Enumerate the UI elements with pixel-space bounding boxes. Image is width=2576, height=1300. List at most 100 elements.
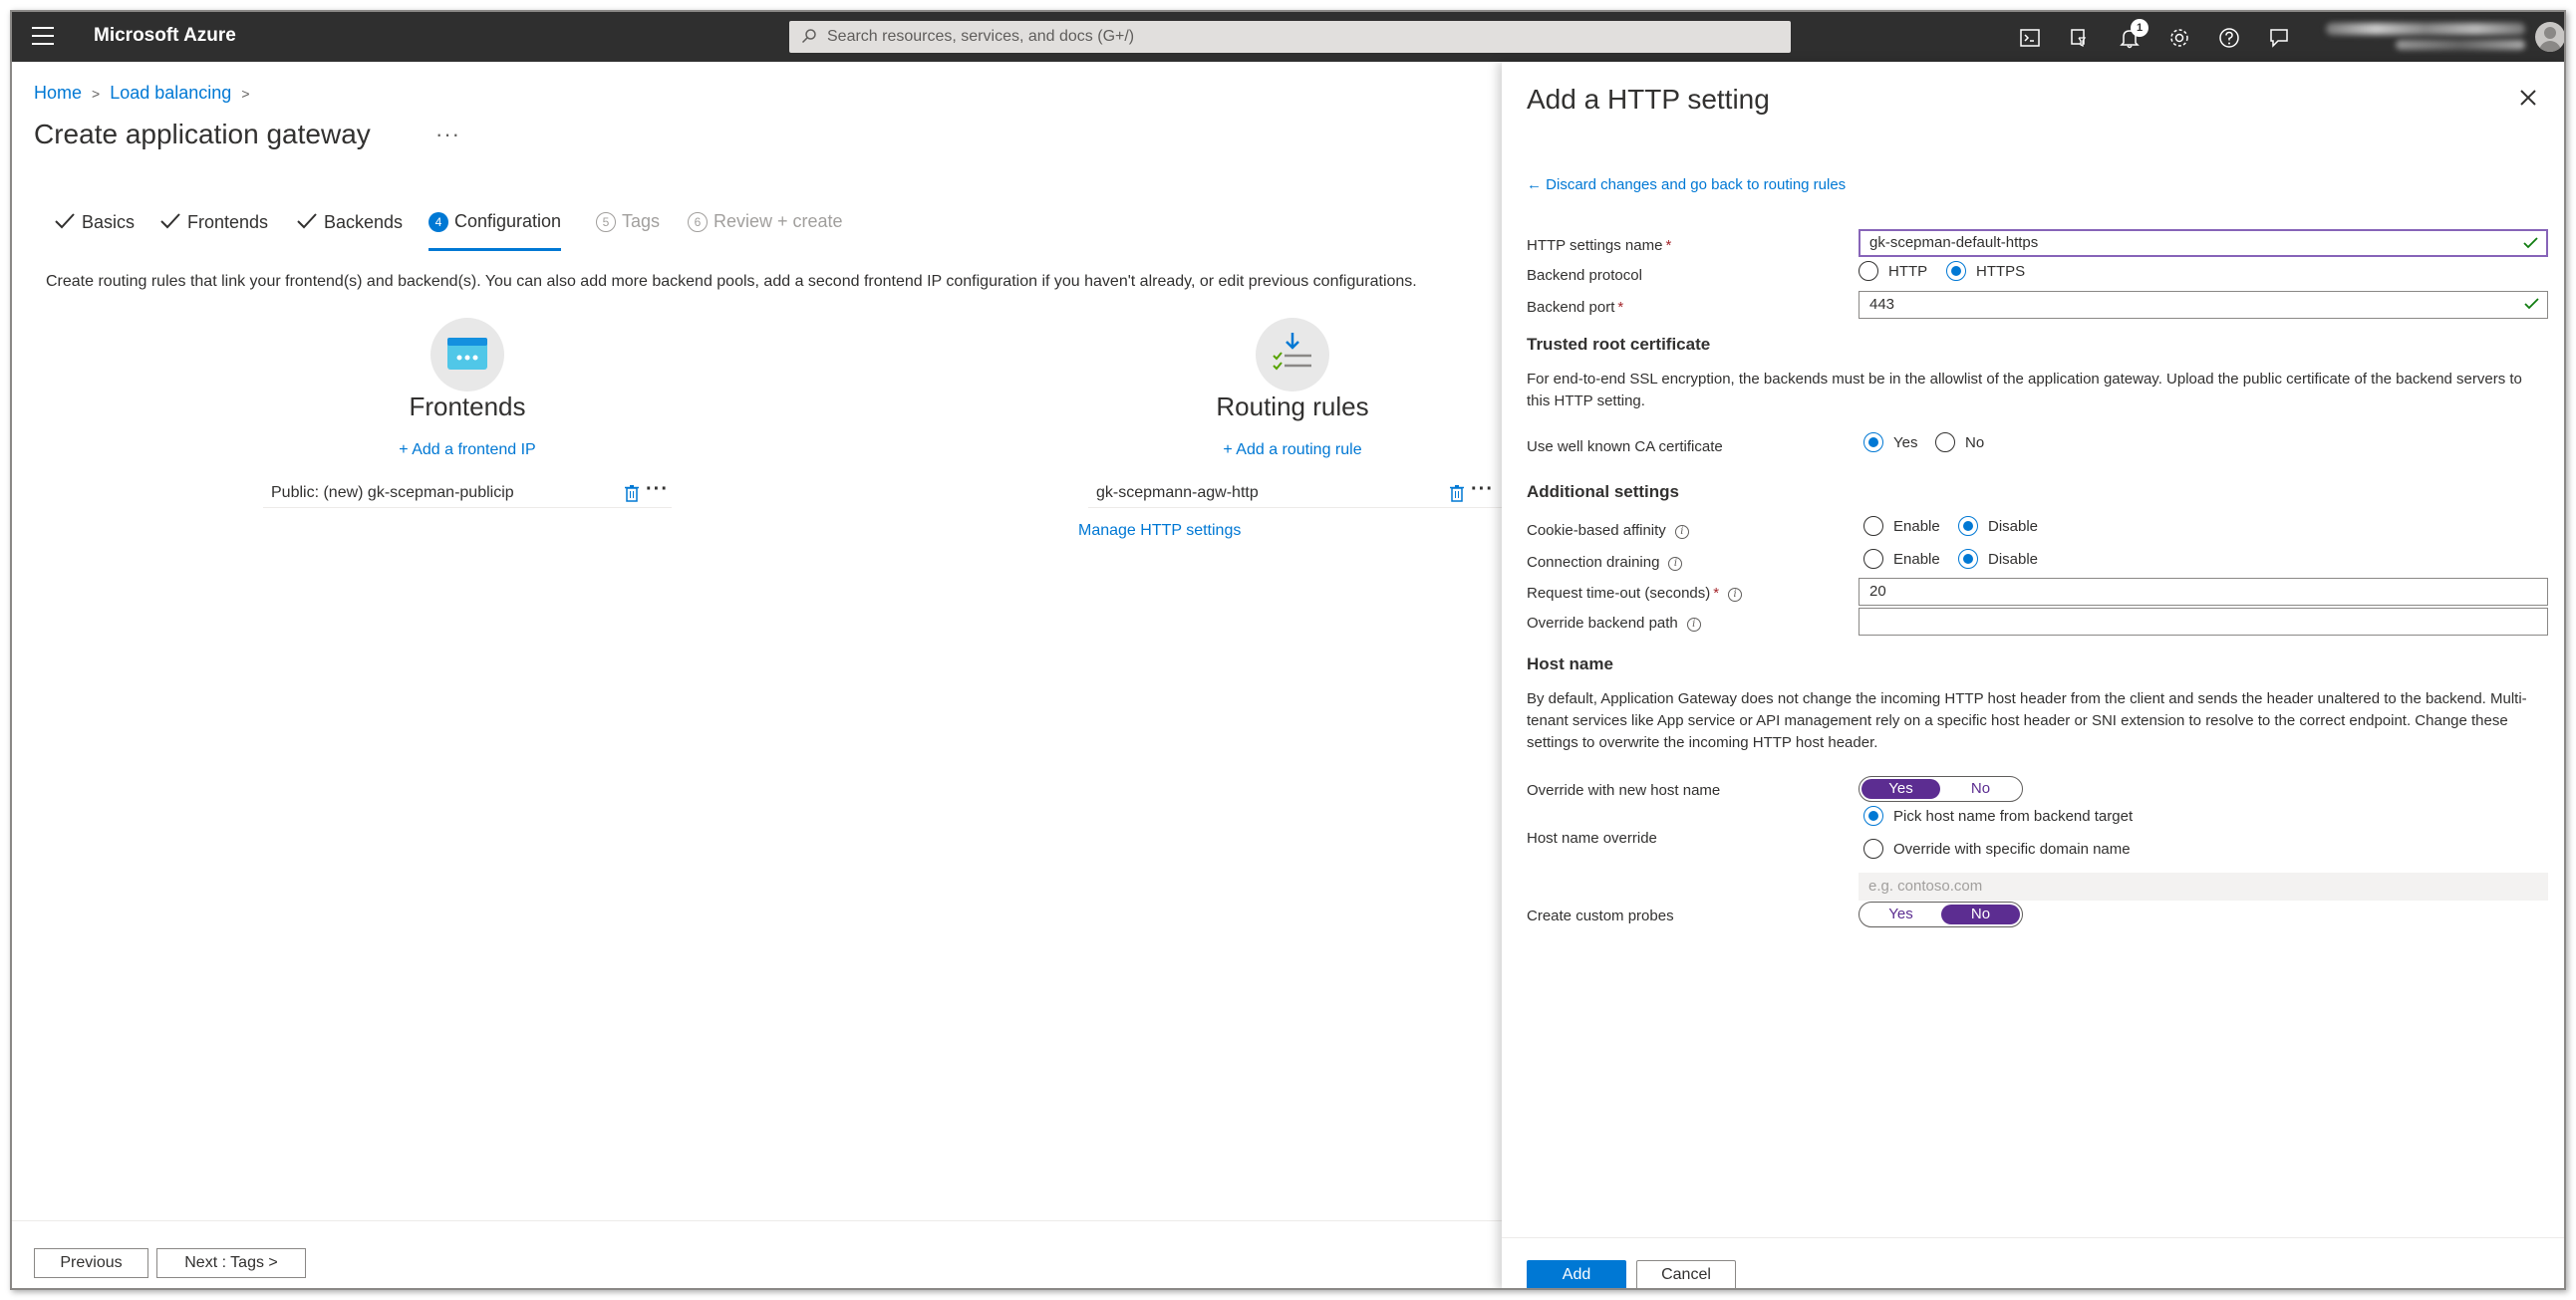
close-icon[interactable] — [2518, 88, 2538, 108]
override-host-name-toggle[interactable]: Yes No — [1859, 776, 2023, 802]
add-button[interactable]: Add — [1527, 1260, 1626, 1288]
frontend-list-item[interactable]: Public: (new) gk-scepman-publicip ··· — [263, 478, 672, 508]
create-gateway-blade: Home > Load balancing > Create application … — [12, 62, 1502, 1288]
wizard-footer: Previous Next : Tags > — [12, 1220, 1502, 1288]
ca-no-radio[interactable]: No — [1935, 432, 1984, 454]
info-icon: i — [1686, 618, 1701, 632]
tab-frontends[interactable]: Frontends — [159, 211, 268, 251]
previous-button[interactable]: Previous — [34, 1248, 148, 1278]
host-name-heading: Host name — [1527, 654, 1613, 673]
info-icon: i — [1674, 525, 1689, 539]
breadcrumb-home[interactable]: Home — [34, 83, 82, 103]
breadcrumb: Home > Load balancing > — [34, 83, 260, 104]
hamburger-menu-icon[interactable] — [32, 27, 54, 47]
cloud-shell-icon[interactable] — [2017, 25, 2043, 51]
custom-probes-toggle[interactable]: Yes No — [1859, 902, 2023, 927]
http-settings-name-value: gk-scepman-default-https — [1869, 234, 2039, 251]
backend-port-input[interactable]: 443 — [1859, 291, 2548, 319]
toggle-no[interactable]: No — [1941, 905, 2020, 924]
backend-port-value: 443 — [1869, 296, 1895, 313]
valid-check-icon — [2523, 237, 2538, 249]
add-routing-rule-link[interactable]: + Add a routing rule — [1143, 441, 1442, 459]
page-title: Create application gateway — [34, 119, 371, 149]
backend-port-label: Backend port * — [1527, 299, 1624, 316]
gear-icon[interactable] — [2166, 25, 2192, 51]
cookie-disable-radio[interactable]: Disable — [1958, 516, 2038, 538]
http-settings-name-input[interactable]: gk-scepman-default-https — [1859, 229, 2548, 257]
trusted-root-description: For end-to-end SSL encryption, the backe… — [1527, 371, 2522, 409]
toggle-yes[interactable]: Yes — [1861, 905, 1940, 924]
toggle-no[interactable]: No — [1941, 779, 2020, 799]
host-name-override-label: Host name override — [1527, 830, 1657, 847]
more-actions-icon[interactable]: ··· — [1471, 479, 1494, 499]
pick-host-name-radio[interactable]: Pick host name from backend target — [1863, 806, 2133, 828]
routing-rule-label: gk-scepmann-agw-http — [1096, 484, 1259, 501]
checkmark-icon — [55, 213, 75, 229]
breadcrumb-chevron-icon: > — [92, 86, 101, 102]
discard-changes-link[interactable]: ← Discard changes and go back to routing… — [1527, 176, 1846, 193]
tab-backends[interactable]: Backends — [296, 211, 403, 251]
next-tags-button[interactable]: Next : Tags > — [156, 1248, 306, 1278]
tab-configuration[interactable]: 4 Configuration — [429, 211, 562, 251]
request-timeout-value: 20 — [1869, 583, 1886, 600]
protocol-https-radio[interactable]: HTTPS — [1946, 261, 2025, 283]
more-options-icon[interactable]: ··· — [435, 122, 460, 147]
trash-icon[interactable] — [624, 484, 640, 502]
protocol-http-radio[interactable]: HTTP — [1859, 261, 1927, 283]
feedback-icon[interactable] — [2266, 25, 2292, 51]
draining-enable-radio[interactable]: Enable — [1863, 549, 1940, 571]
checkmark-icon — [160, 213, 180, 229]
info-icon: i — [1728, 588, 1743, 602]
cancel-button[interactable]: Cancel — [1636, 1260, 1736, 1288]
tab-label: Review + create — [714, 211, 843, 231]
portal-window: Microsoft Azure Search resources, servic… — [10, 10, 2566, 1290]
domain-name-input[interactable]: e.g. contoso.com — [1859, 873, 2548, 901]
draining-disable-radio[interactable]: Disable — [1958, 549, 2038, 571]
frontend-item-label: Public: (new) gk-scepman-publicip — [271, 484, 514, 501]
override-backend-path-label: Override backend path i — [1527, 615, 1701, 632]
checkmark-icon — [297, 213, 317, 229]
breadcrumb-load-balancing[interactable]: Load balancing — [110, 83, 231, 103]
valid-check-icon — [2524, 298, 2539, 310]
search-placeholder: Search resources, services, and docs (G+… — [827, 28, 1135, 45]
override-domain-radio[interactable]: Override with specific domain name — [1863, 839, 2131, 861]
manage-http-settings-link[interactable]: Manage HTTP settings — [1078, 522, 1241, 540]
account-info-blurred[interactable] — [2316, 20, 2525, 54]
add-frontend-ip-link[interactable]: + Add a frontend IP — [318, 441, 617, 459]
cookie-enable-radio[interactable]: Enable — [1863, 516, 1940, 538]
global-search-input[interactable]: Search resources, services, and docs (G+… — [789, 21, 1791, 53]
ca-yes-radio[interactable]: Yes — [1863, 432, 1917, 454]
custom-probes-label: Create custom probes — [1527, 908, 1674, 924]
ca-certificate-label: Use well known CA certificate — [1527, 438, 1723, 455]
override-backend-path-input[interactable] — [1859, 608, 2548, 636]
frontends-title: Frontends — [409, 391, 526, 421]
request-timeout-input[interactable]: 20 — [1859, 578, 2548, 606]
tab-basics[interactable]: Basics — [54, 211, 135, 251]
tab-tags[interactable]: 5 Tags — [596, 211, 660, 251]
brand-name[interactable]: Microsoft Azure — [94, 25, 236, 47]
tab-label: Backends — [324, 212, 404, 232]
additional-settings-heading: Additional settings — [1527, 482, 1679, 501]
backend-protocol-label: Backend protocol — [1527, 267, 1642, 284]
toggle-yes[interactable]: Yes — [1861, 779, 1940, 799]
panel-footer: Add Cancel — [1502, 1237, 2564, 1288]
tab-review-create[interactable]: 6 Review + create — [688, 211, 843, 251]
trash-icon[interactable] — [1449, 484, 1465, 502]
notifications-button[interactable]: 1 — [2117, 19, 2148, 51]
domain-name-placeholder: e.g. contoso.com — [1868, 878, 1983, 895]
intro-text: Create routing rules that link your fron… — [46, 273, 1417, 290]
routing-rule-list-item[interactable]: gk-scepmann-agw-http ··· — [1088, 478, 1502, 508]
directory-filter-icon[interactable] — [2067, 25, 2093, 51]
routing-rules-title: Routing rules — [1216, 391, 1369, 421]
step-number: 4 — [429, 212, 448, 232]
host-name-description: By default, Application Gateway does not… — [1527, 690, 2527, 751]
cookie-affinity-label: Cookie-based affinity i — [1527, 522, 1689, 539]
step-number: 6 — [688, 212, 708, 232]
help-icon[interactable] — [2216, 25, 2242, 51]
override-host-name-label: Override with new host name — [1527, 782, 1721, 799]
request-timeout-label: Request time-out (seconds) * i — [1527, 585, 1743, 602]
add-http-setting-panel: Add a HTTP setting ← Discard changes and… — [1502, 62, 2564, 1288]
more-actions-icon[interactable]: ··· — [646, 479, 669, 499]
notification-badge: 1 — [2131, 19, 2148, 37]
avatar[interactable] — [2535, 22, 2564, 52]
